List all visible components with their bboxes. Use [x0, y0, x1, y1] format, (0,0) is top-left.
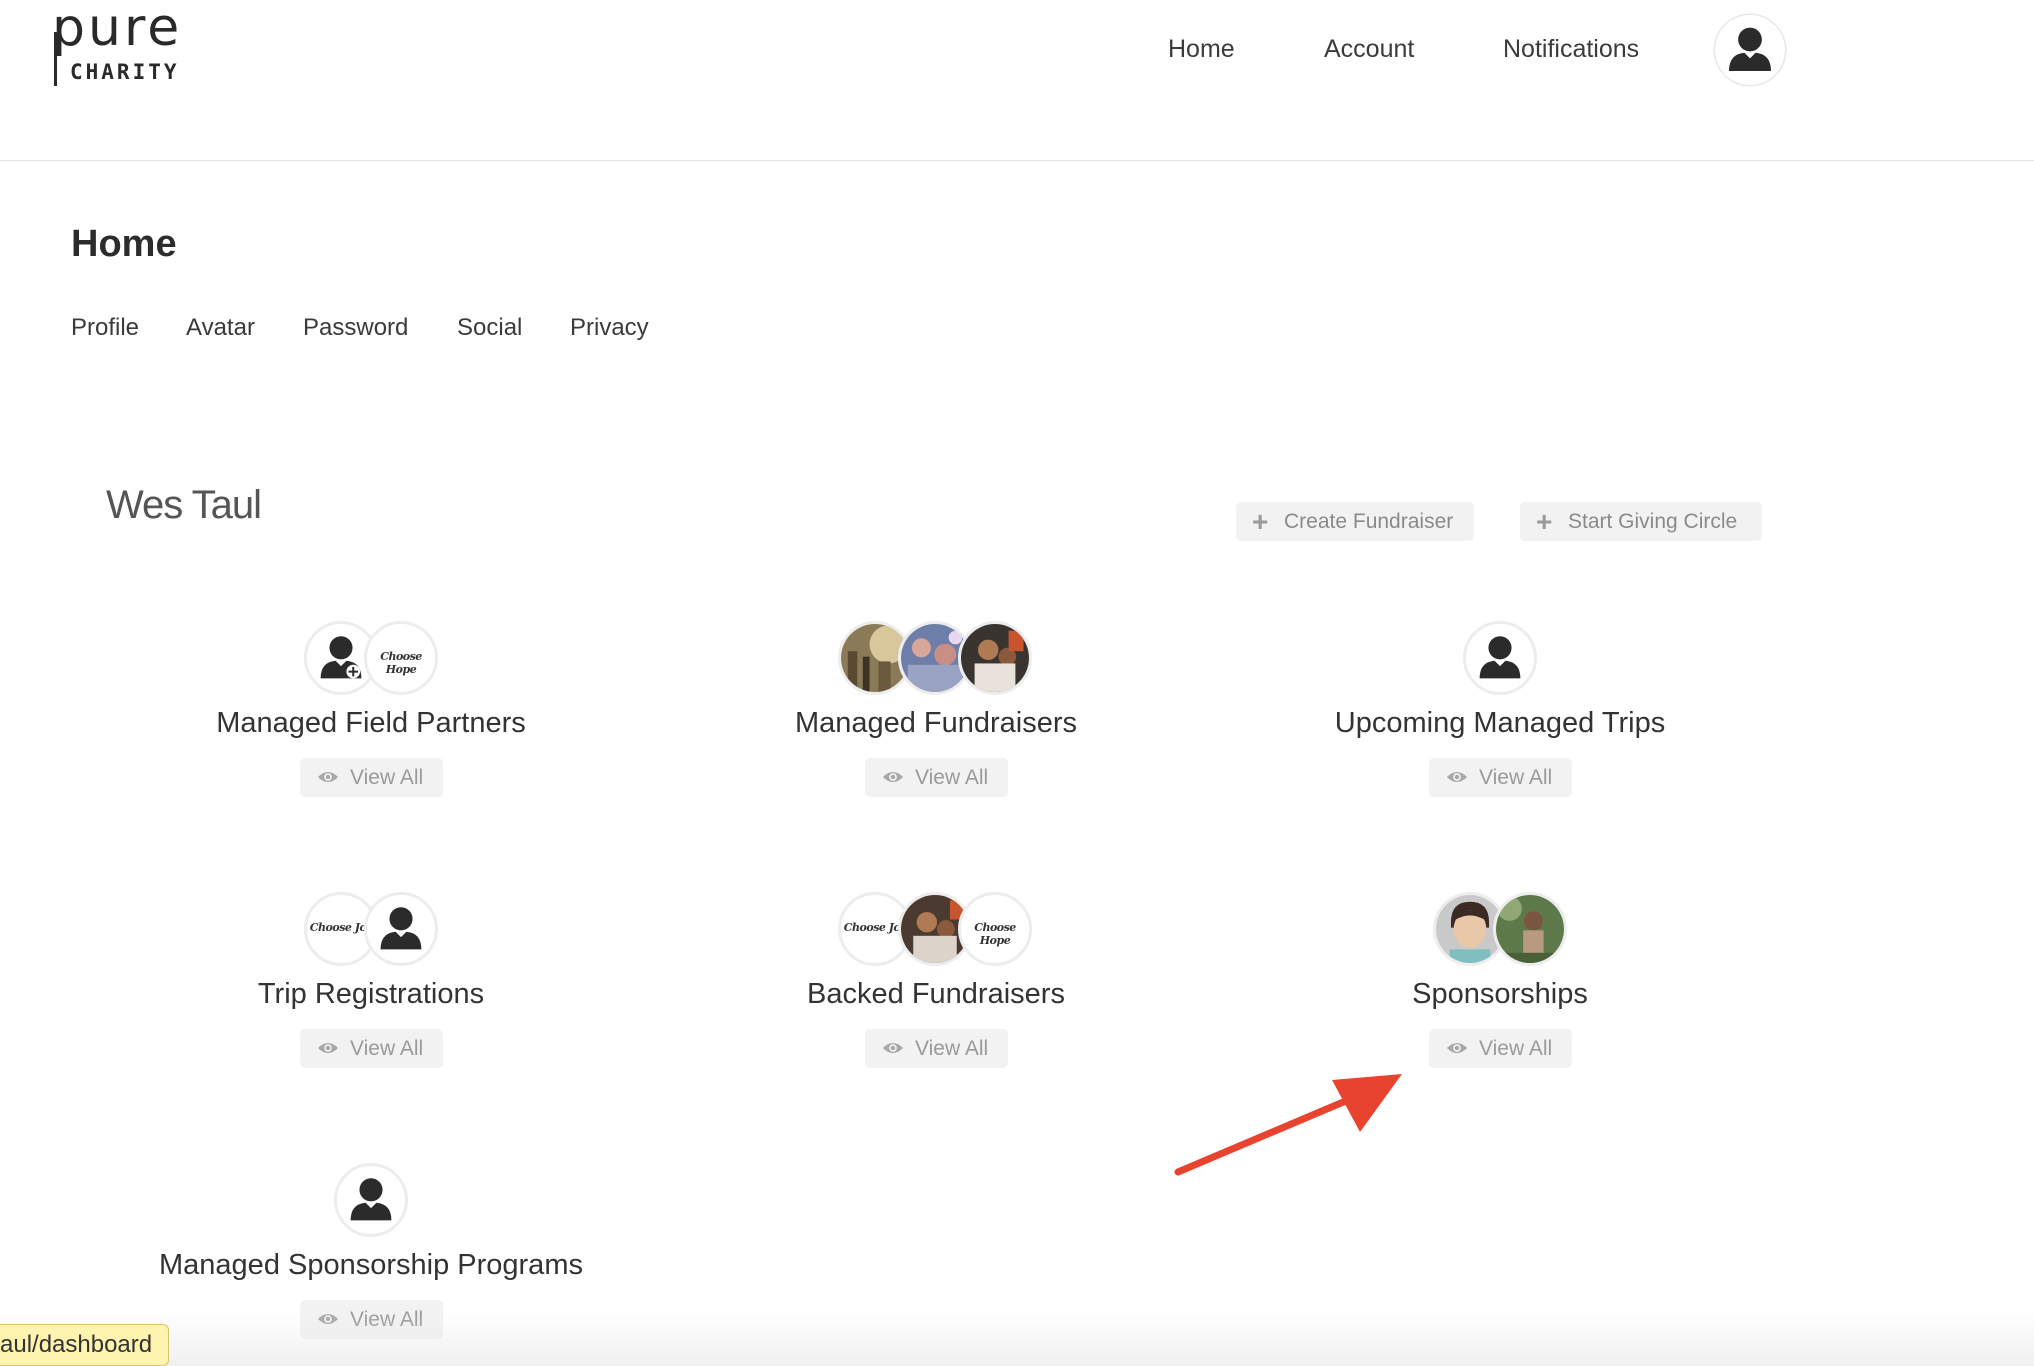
user-silhouette-icon	[334, 1163, 408, 1237]
card-trip-registrations: Choose Joy Trip Registrations View All	[121, 892, 621, 1082]
choose-hope-text: Choose Hope	[974, 921, 1016, 947]
view-all-label: View All	[915, 766, 989, 789]
card-title: Backed Fundraisers	[807, 978, 1065, 1010]
card-upcoming-managed-trips: Upcoming Managed Trips View All	[1250, 621, 1750, 811]
nav-account-link[interactable]: Account	[1324, 34, 1414, 64]
create-fundraiser-label: Create Fundraiser	[1284, 510, 1454, 533]
logo-word: pure	[52, 0, 183, 58]
card-avatars: Choose Joy	[121, 892, 621, 968]
top-header: pure CHARITY Home Account Notifications	[0, 0, 2034, 161]
eye-icon	[882, 1042, 904, 1054]
eye-icon	[317, 771, 339, 783]
nav-home-link[interactable]: Home	[1168, 34, 1235, 64]
fundraiser-photo-3	[958, 621, 1032, 695]
tab-privacy[interactable]: Privacy	[570, 313, 649, 343]
start-giving-circle-label: Start Giving Circle	[1568, 510, 1738, 533]
card-title: Trip Registrations	[257, 978, 485, 1010]
view-all-button[interactable]: View All	[300, 1029, 443, 1068]
logo-bar	[54, 32, 57, 86]
view-all-label: View All	[1479, 766, 1553, 789]
tab-password[interactable]: Password	[303, 313, 408, 343]
view-all-label: View All	[350, 766, 424, 789]
choose-hope-logo: Choose Hope	[958, 892, 1032, 966]
card-title: Managed Sponsorship Programs	[159, 1249, 583, 1281]
pure-charity-logo[interactable]: pure CHARITY	[52, 2, 192, 86]
eye-icon	[1446, 1042, 1468, 1054]
card-avatars	[121, 1163, 621, 1239]
tab-social[interactable]: Social	[457, 313, 522, 343]
view-all-label: View All	[350, 1308, 424, 1331]
choose-hope-text: Choose Hope	[380, 650, 422, 676]
user-avatar-icon[interactable]	[1713, 13, 1787, 87]
status-url-tooltip: aul/dashboard	[0, 1324, 170, 1366]
card-title: Managed Field Partners	[216, 707, 526, 739]
card-avatars	[686, 621, 1186, 697]
eye-icon	[882, 771, 904, 783]
tab-profile[interactable]: Profile	[71, 313, 139, 343]
eye-icon	[1446, 771, 1468, 783]
card-avatars: Choose Joy Choose Hope	[686, 892, 1186, 968]
annotation-arrow-icon	[1174, 1074, 1402, 1176]
card-avatars	[1250, 892, 1750, 968]
eye-icon	[317, 1042, 339, 1054]
view-all-button[interactable]: View All	[300, 1300, 443, 1339]
page-title: Home	[71, 223, 177, 265]
view-all-label: View All	[915, 1037, 989, 1060]
card-title: Managed Fundraisers	[794, 707, 1078, 739]
user-silhouette-icon	[364, 892, 438, 966]
card-avatars	[1250, 621, 1750, 697]
card-avatars: Choose Hope	[121, 621, 621, 697]
user-name-heading: Wes Taul	[106, 483, 262, 527]
card-sponsorships: Sponsorships View All	[1250, 892, 1750, 1082]
view-all-label: View All	[1479, 1037, 1553, 1060]
logo-subtitle: CHARITY	[70, 60, 180, 84]
view-all-button[interactable]: View All	[865, 758, 1008, 797]
view-all-button[interactable]: View All	[300, 758, 443, 797]
card-managed-sponsorship-programs: Managed Sponsorship Programs View All	[121, 1163, 621, 1353]
card-title: Sponsorships	[1412, 978, 1588, 1010]
view-all-button[interactable]: View All	[865, 1029, 1008, 1068]
card-managed-fundraisers: Managed Fundraisers View All	[686, 621, 1186, 811]
tab-avatar[interactable]: Avatar	[186, 313, 255, 343]
view-all-button[interactable]: View All	[1429, 1029, 1572, 1068]
plus-icon: +	[1252, 506, 1269, 537]
choose-hope-logo: Choose Hope	[364, 621, 438, 695]
card-title: Upcoming Managed Trips	[1334, 707, 1666, 739]
child-photo	[1493, 892, 1567, 966]
plus-icon: +	[1536, 506, 1553, 537]
eye-icon	[317, 1313, 339, 1325]
create-fundraiser-button[interactable]: + Create Fundraiser	[1236, 502, 1474, 541]
view-all-label: View All	[350, 1037, 424, 1060]
nav-notifications-link[interactable]: Notifications	[1503, 34, 1639, 64]
view-all-button[interactable]: View All	[1429, 758, 1572, 797]
user-silhouette-icon	[1463, 621, 1537, 695]
card-backed-fundraisers: Choose Joy Choose Hope Backed Fundraiser…	[686, 892, 1186, 1082]
card-managed-field-partners: Choose Hope Managed Field Partners View …	[121, 621, 621, 811]
start-giving-circle-button[interactable]: + Start Giving Circle	[1520, 502, 1762, 541]
